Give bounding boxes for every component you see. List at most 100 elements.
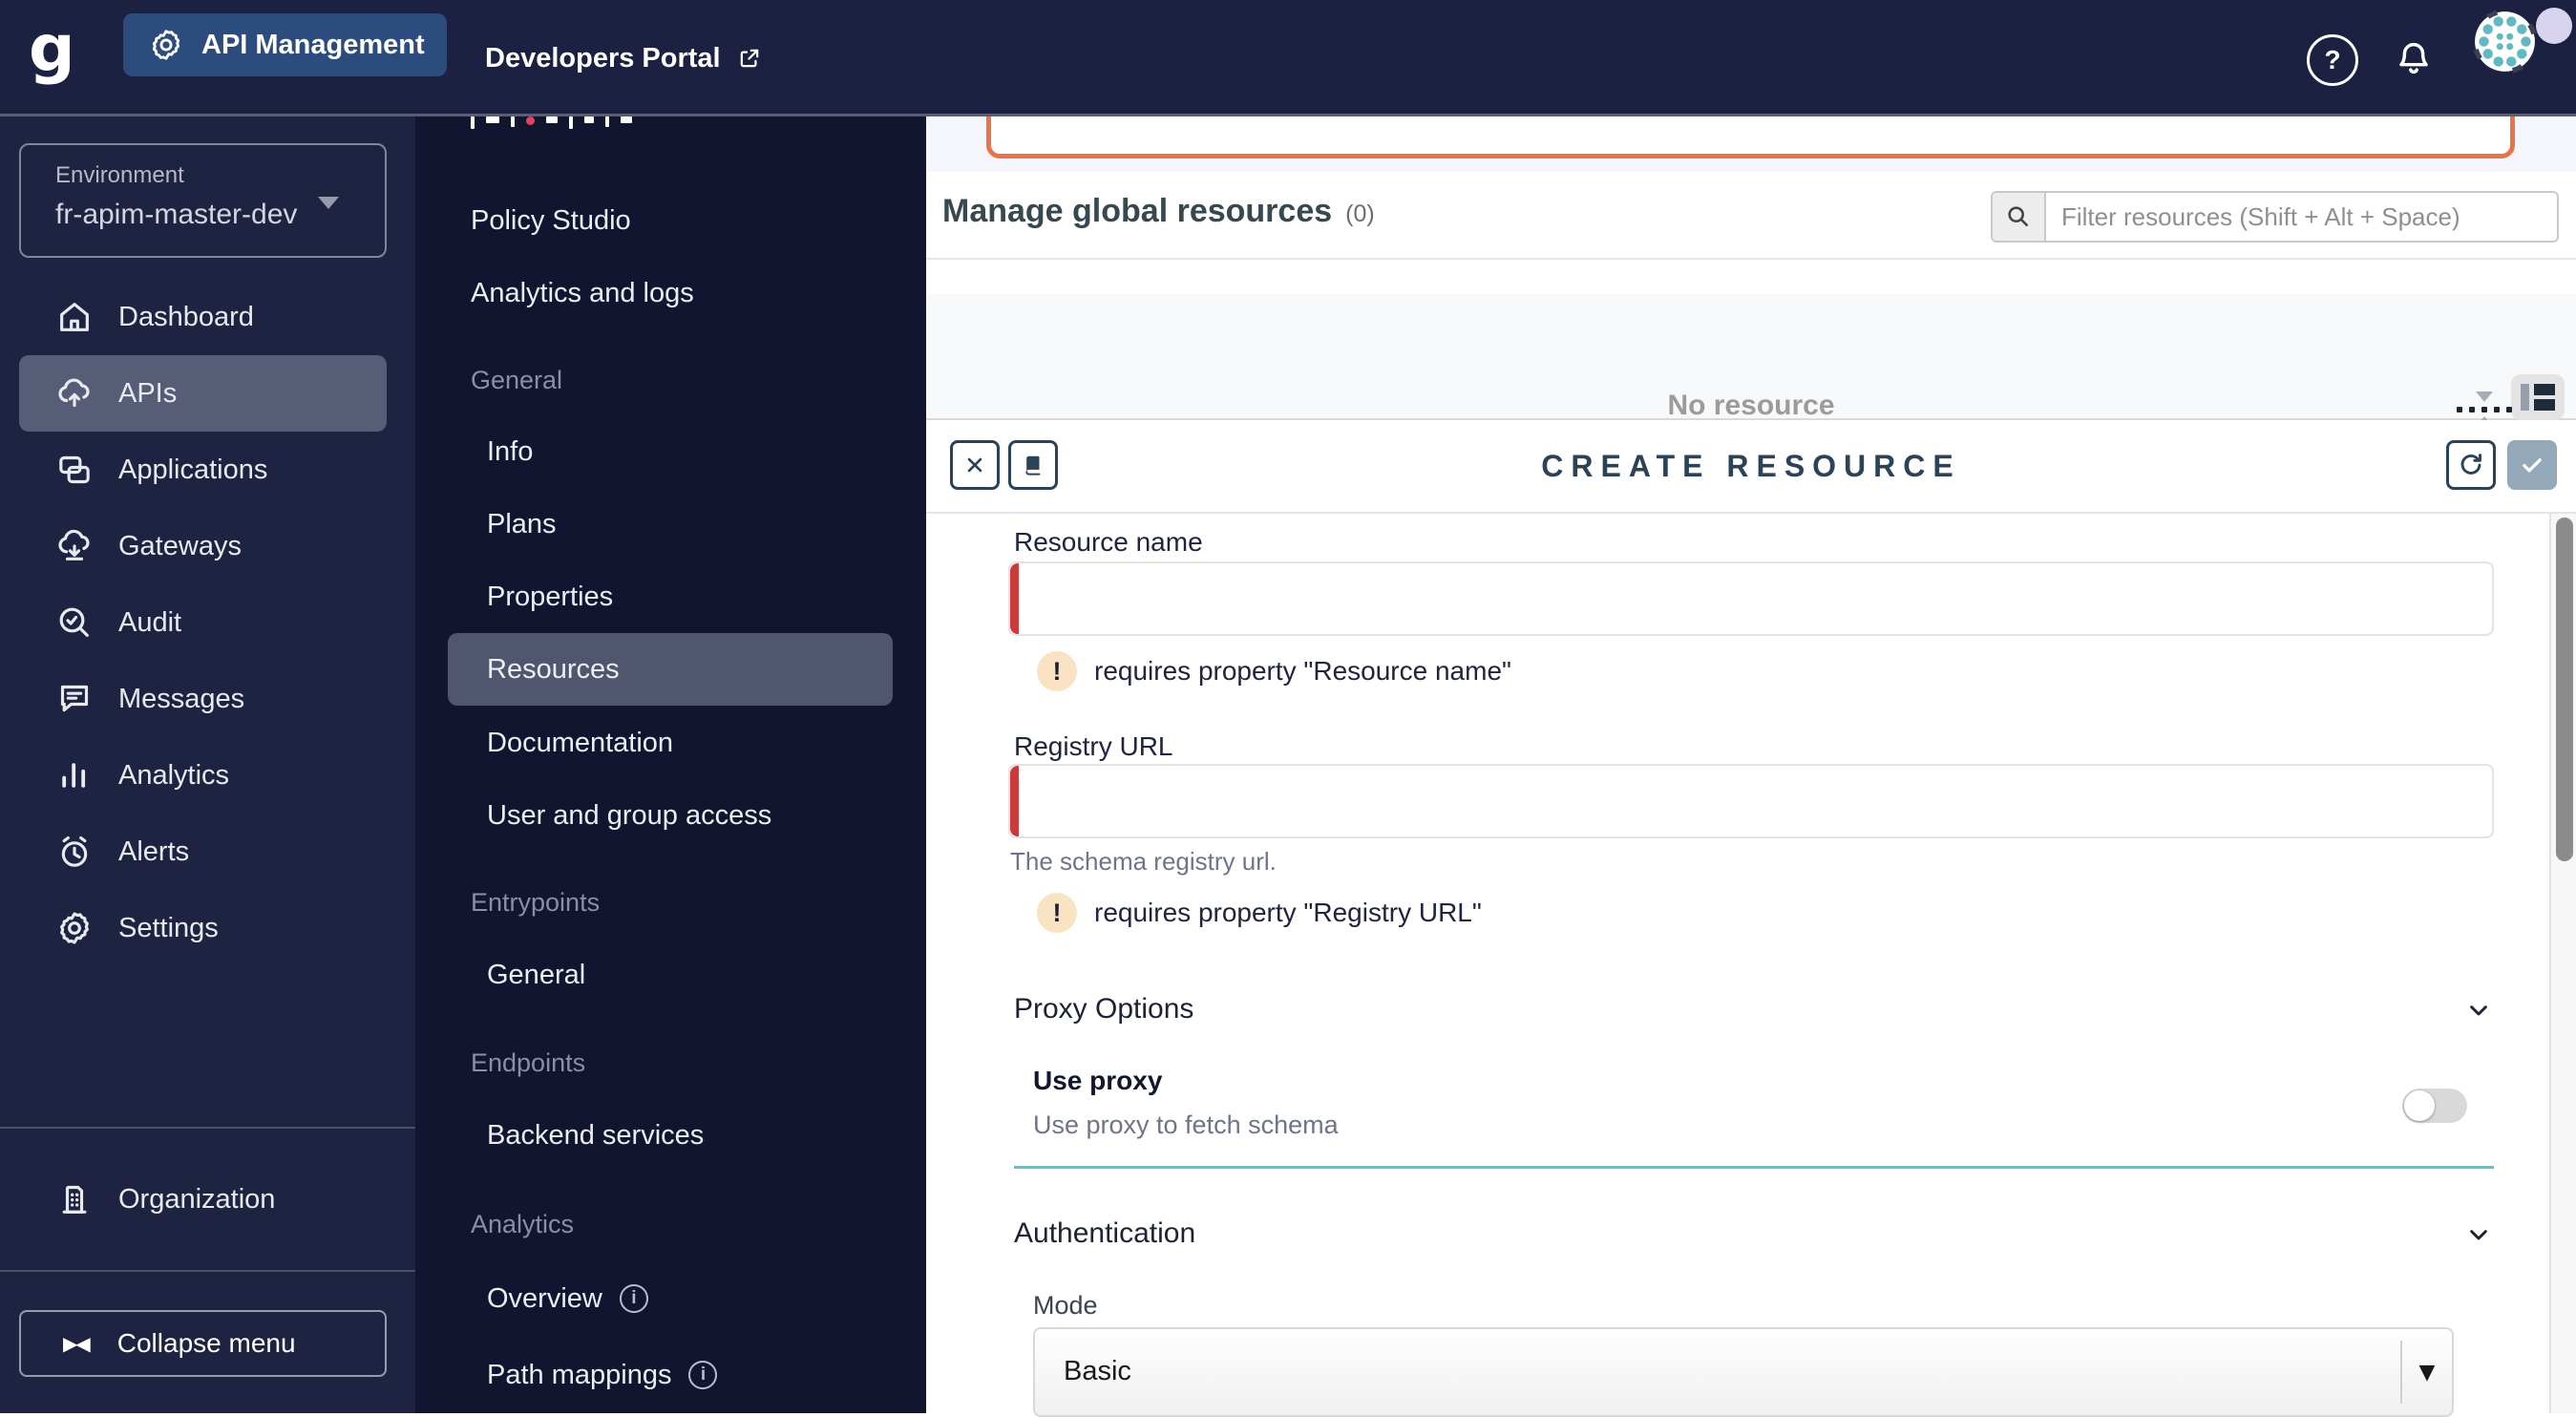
registry-url-field — [1008, 764, 2494, 838]
info-glyph: i — [700, 1364, 707, 1385]
api-menu-section-analytics: Analytics — [415, 1188, 926, 1260]
api-menu-item-info[interactable]: Info — [415, 415, 926, 488]
collapse-menu-button[interactable]: ▶◀ Collapse menu — [19, 1310, 387, 1377]
api-menu-section-endpoints: Endpoints — [415, 1026, 926, 1099]
sidebar-item-label: Audit — [118, 606, 182, 638]
avatar[interactable] — [2473, 10, 2537, 74]
scrolled-item-fragment — [471, 116, 632, 131]
info-icon[interactable]: i — [688, 1361, 718, 1389]
vertical-scrollbar[interactable] — [2549, 514, 2576, 1413]
notifications-button[interactable] — [2392, 36, 2436, 80]
mode-label: Mode — [1033, 1291, 1098, 1320]
api-management-button[interactable]: API Management — [123, 13, 447, 76]
menu-item-label: Backend services — [487, 1119, 705, 1151]
submit-button[interactable] — [2507, 440, 2557, 490]
refresh-icon — [2460, 454, 2481, 475]
menu-item-label: Policy Studio — [471, 204, 631, 236]
menu-section-label: General — [471, 365, 563, 394]
page-title-text: Manage global resources — [942, 193, 1333, 229]
page-title: Manage global resources (0) — [942, 193, 1375, 230]
sidebar-item-alerts[interactable]: Alerts — [0, 814, 415, 890]
api-menu-item-plans[interactable]: Plans — [415, 488, 926, 560]
sidebar-item-label: Gateways — [118, 530, 242, 561]
registry-url-error: ! requires property "Registry URL" — [1037, 893, 1482, 933]
environment-select[interactable]: Environment fr-apim-master-dev — [19, 143, 387, 258]
proxy-options-header[interactable]: Proxy Options — [1014, 993, 1193, 1026]
audit-search-icon — [55, 603, 94, 642]
drag-dots-icon — [2454, 407, 2515, 412]
top-navbar: g API Management Developers Portal ? — [0, 0, 2576, 116]
api-menu-item-policy-studio[interactable]: Policy Studio — [415, 184, 926, 257]
resource-name-input[interactable] — [1029, 567, 2477, 630]
api-menu-item-backend-services[interactable]: Backend services — [415, 1099, 926, 1172]
sidebar-item-label: Settings — [118, 912, 219, 943]
developers-portal-link[interactable]: Developers Portal — [485, 0, 763, 116]
sidebar-item-organization[interactable]: Organization — [0, 1161, 415, 1237]
sidebar-item-dashboard[interactable]: Dashboard — [0, 279, 415, 355]
sidebar-item-label: Alerts — [118, 835, 190, 867]
menu-item-label: Properties — [487, 581, 614, 612]
external-link-icon — [736, 45, 763, 72]
scrollbar-thumb[interactable] — [2556, 518, 2573, 861]
sidebar-divider — [0, 1270, 415, 1272]
api-menu-item-resources[interactable]: Resources — [448, 633, 893, 706]
api-menu-item-analytics-and-logs[interactable]: Analytics and logs — [415, 257, 926, 329]
applications-icon — [55, 451, 94, 489]
gear-icon — [148, 27, 184, 63]
warning-icon: ! — [1037, 651, 1077, 691]
mode-selected-value: Basic — [1064, 1356, 1131, 1386]
api-menu-item-overview[interactable]: Overview i — [415, 1262, 926, 1335]
sidebar-item-audit[interactable]: Audit — [0, 584, 415, 661]
warning-icon: ! — [1037, 893, 1077, 933]
use-proxy-toggle[interactable] — [2402, 1089, 2467, 1123]
registry-url-input[interactable] — [1029, 770, 2477, 833]
filter-resources-input[interactable] — [2046, 193, 2557, 241]
collapse-icon: ▶◀ — [63, 1332, 91, 1355]
error-text: requires property "Resource name" — [1094, 656, 1511, 686]
api-menu-item-path-mappings[interactable]: Path mappings i — [415, 1339, 926, 1411]
info-icon[interactable]: i — [619, 1284, 648, 1313]
authentication-header[interactable]: Authentication — [1014, 1217, 1195, 1250]
select-arrow-icon: ▼ — [2400, 1341, 2452, 1404]
empty-state-text: No resource — [1667, 390, 1835, 421]
registry-url-label: Registry URL — [1014, 731, 1173, 761]
use-proxy-label: Use proxy — [1033, 1066, 1163, 1095]
menu-item-label: Analytics and logs — [471, 277, 694, 308]
sidebar-item-label: Analytics — [118, 759, 230, 791]
mode-select[interactable]: Basic ▼ — [1033, 1327, 2454, 1417]
gravitee-logo-icon[interactable]: g — [29, 11, 75, 87]
api-menu-item-user-and-group-access[interactable]: User and group access — [415, 779, 926, 852]
api-menu-item-documentation[interactable]: Documentation — [415, 707, 926, 779]
bar-chart-icon — [55, 756, 94, 794]
chevron-down-icon[interactable] — [2463, 1219, 2494, 1250]
sidebar-item-applications[interactable]: Applications — [0, 432, 415, 508]
resource-name-label: Resource name — [1014, 527, 1203, 557]
use-proxy-description: Use proxy to fetch schema — [1033, 1110, 1339, 1139]
api-menu-sidebar: Policy Studio Analytics and logs General… — [415, 116, 926, 1413]
toggle-panel-button[interactable] — [2511, 374, 2565, 420]
resources-empty-list: No resource — [926, 294, 2576, 421]
resource-name-error: ! requires property "Resource name" — [1037, 651, 1511, 691]
chevron-down-icon[interactable] — [2463, 995, 2494, 1026]
sidebar-item-apis[interactable]: APIs — [19, 355, 387, 432]
reset-button[interactable] — [2446, 440, 2496, 490]
sidebar-item-settings[interactable]: Settings — [0, 890, 415, 966]
api-menu-item-general[interactable]: General — [415, 939, 926, 1011]
sidebar-item-gateways[interactable]: Gateways — [0, 508, 415, 584]
collapse-menu-label: Collapse menu — [116, 1328, 296, 1358]
panel-title: CREATE RESOURCE — [1541, 449, 1961, 483]
menu-item-label: Documentation — [487, 727, 674, 758]
menu-item-label: Resources — [487, 653, 620, 685]
resource-count: (0) — [1345, 201, 1375, 227]
invalid-field-marker — [1010, 563, 1019, 634]
sidebar-item-analytics[interactable]: Analytics — [0, 737, 415, 814]
sidebar-item-messages[interactable]: Messages — [0, 661, 415, 737]
warning-glyph: ! — [1052, 898, 1062, 927]
search-icon — [1993, 193, 2046, 241]
help-button[interactable]: ? — [2307, 34, 2358, 86]
create-resource-header: CREATE RESOURCE — [926, 420, 2576, 514]
info-glyph: i — [631, 1288, 637, 1308]
api-management-label: API Management — [201, 29, 425, 60]
api-menu-item-properties[interactable]: Properties — [415, 560, 926, 633]
main-content: Manage global resources (0) No resource — [926, 37, 2576, 1417]
